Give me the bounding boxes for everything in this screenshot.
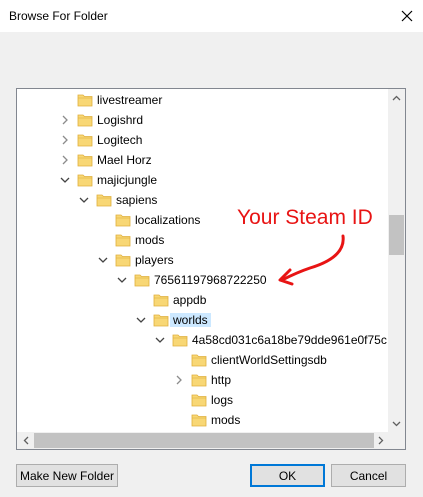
folder-icon bbox=[96, 192, 112, 208]
chevron-down-icon[interactable] bbox=[98, 254, 108, 264]
chevron-right-icon[interactable] bbox=[60, 134, 70, 145]
horizontal-scrollbar[interactable] bbox=[17, 432, 389, 449]
folder-icon bbox=[191, 412, 207, 428]
folder-icon bbox=[172, 332, 188, 348]
tree-item-label: clientWorldSettingsdb bbox=[211, 353, 327, 367]
tree-item[interactable]: livestreamer bbox=[17, 90, 389, 110]
tree-item[interactable]: 4a58cd031c6a18be79dde961e0f75c bbox=[17, 330, 389, 350]
chevron-down-icon[interactable] bbox=[155, 334, 165, 344]
tree-item[interactable]: Logishrd bbox=[17, 110, 389, 130]
tree-item[interactable]: worlds bbox=[17, 310, 389, 330]
tree-item[interactable]: majicjungle bbox=[17, 170, 389, 190]
chevron-right-icon[interactable] bbox=[60, 154, 70, 165]
cancel-button[interactable]: Cancel bbox=[331, 464, 406, 487]
tree-item[interactable]: mods bbox=[17, 410, 389, 430]
annotation-arrow bbox=[278, 234, 345, 286]
tree-item-label: worlds bbox=[170, 313, 211, 327]
scroll-down-button[interactable] bbox=[388, 415, 405, 432]
window-title: Browse For Folder bbox=[9, 9, 108, 23]
tree-item-label: players bbox=[135, 253, 174, 267]
folder-icon bbox=[115, 252, 131, 268]
scroll-up-button[interactable] bbox=[388, 89, 405, 106]
tree-item-label: mods bbox=[135, 233, 165, 247]
chevron-down-icon[interactable] bbox=[117, 274, 127, 284]
tree-item-label: sapiens bbox=[116, 193, 158, 207]
chevron-down-icon[interactable] bbox=[60, 174, 70, 184]
folder-icon bbox=[191, 352, 207, 368]
tree-item-label: 4a58cd031c6a18be79dde961e0f75c bbox=[192, 333, 387, 347]
tree-item-label: http bbox=[211, 373, 232, 387]
chevron-right-icon[interactable] bbox=[60, 114, 70, 125]
folder-icon bbox=[77, 112, 93, 128]
scroll-left-button[interactable] bbox=[17, 432, 34, 449]
annotation-label: Your Steam ID bbox=[237, 206, 373, 229]
horizontal-scroll-thumb[interactable] bbox=[34, 433, 374, 448]
tree-item-label: mods bbox=[211, 413, 241, 427]
tree-item-label: majicjungle bbox=[97, 173, 158, 187]
tree-item-label: Logishrd bbox=[97, 113, 144, 127]
vertical-scroll-thumb[interactable] bbox=[389, 215, 404, 255]
folder-icon bbox=[191, 392, 207, 408]
chevron-down-icon bbox=[392, 421, 401, 426]
vertical-scrollbar[interactable] bbox=[388, 89, 405, 432]
tree-item-label: appdb bbox=[173, 293, 207, 307]
close-icon bbox=[401, 10, 413, 22]
tree-item[interactable]: Mael Horz bbox=[17, 150, 389, 170]
scroll-right-button[interactable] bbox=[372, 432, 389, 449]
tree-item[interactable]: http bbox=[17, 370, 389, 390]
title-bar: Browse For Folder bbox=[0, 0, 423, 32]
folder-icon bbox=[77, 172, 93, 188]
tree-item-label: Mael Horz bbox=[97, 153, 152, 167]
chevron-down-icon[interactable] bbox=[136, 314, 146, 324]
chevron-down-icon[interactable] bbox=[79, 194, 89, 204]
tree-item[interactable]: clientWorldSettingsdb bbox=[17, 350, 389, 370]
tree-item[interactable]: logs bbox=[17, 390, 389, 410]
close-button[interactable] bbox=[391, 0, 423, 32]
tree-item-label: localizations bbox=[135, 213, 201, 227]
scrollbar-corner bbox=[388, 432, 405, 449]
folder-icon bbox=[77, 92, 93, 108]
tree-item-label: livestreamer bbox=[97, 93, 163, 107]
chevron-up-icon bbox=[392, 95, 401, 100]
chevron-left-icon bbox=[23, 436, 28, 445]
tree-item[interactable]: Logitech bbox=[17, 130, 389, 150]
chevron-right-icon[interactable] bbox=[174, 374, 184, 385]
folder-icon bbox=[134, 272, 150, 288]
folder-icon bbox=[153, 292, 169, 308]
folder-icon bbox=[115, 232, 131, 248]
chevron-right-icon bbox=[378, 436, 383, 445]
tree-item-label: logs bbox=[211, 393, 234, 407]
ok-button[interactable]: OK bbox=[250, 464, 325, 487]
tree-item-label: Logitech bbox=[97, 133, 143, 147]
folder-icon bbox=[191, 372, 207, 388]
folder-icon bbox=[77, 132, 93, 148]
tree-item[interactable]: appdb bbox=[17, 290, 389, 310]
folder-icon bbox=[77, 152, 93, 168]
tree-item-label: 76561197968722250 bbox=[154, 273, 267, 287]
folder-icon bbox=[115, 212, 131, 228]
folder-icon bbox=[153, 312, 169, 328]
make-new-folder-button[interactable]: Make New Folder bbox=[16, 464, 118, 487]
